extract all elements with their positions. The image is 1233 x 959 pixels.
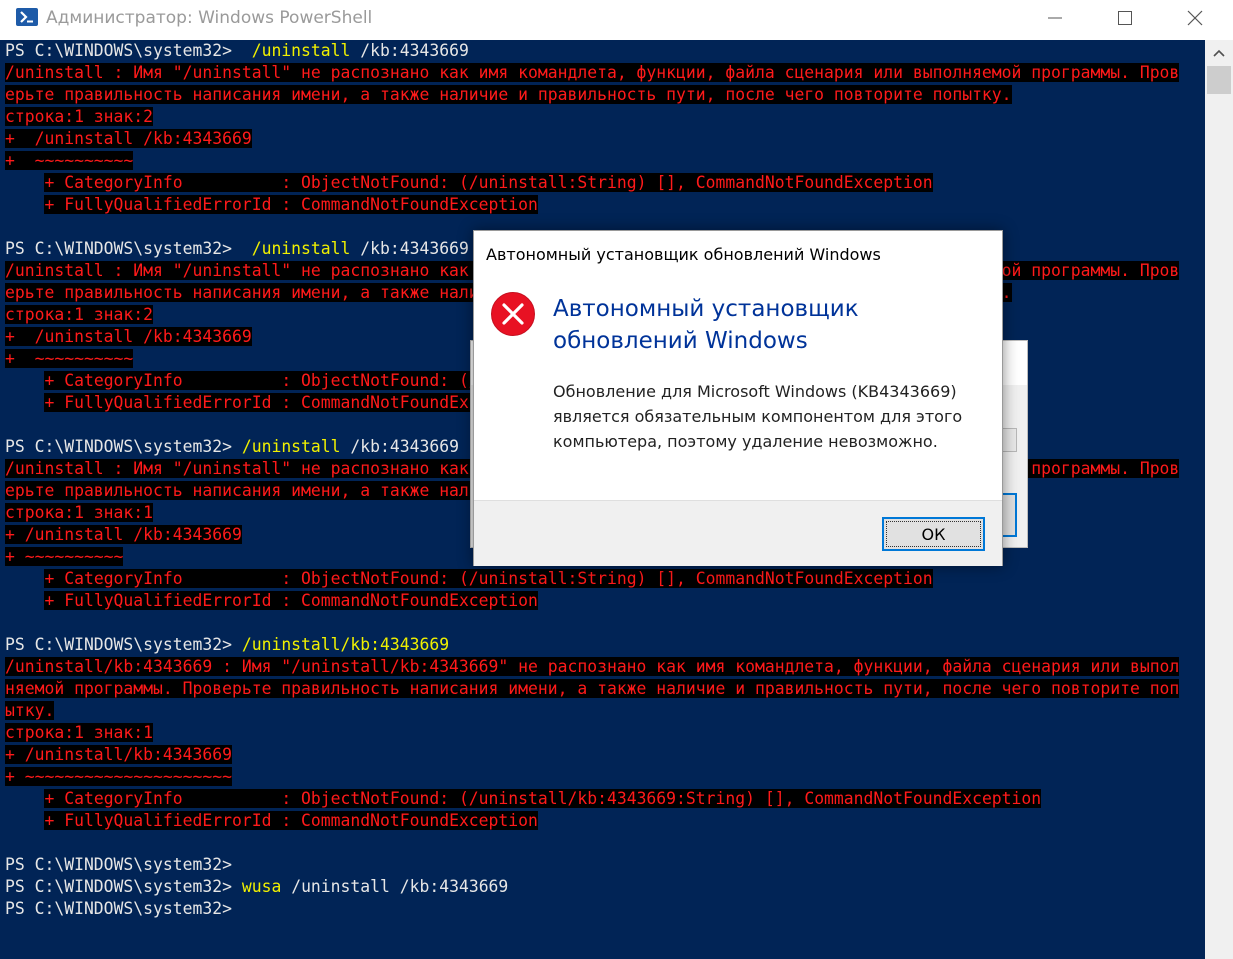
error-text: + CategoryInfo : ObjectNotFound: (/unins…: [44, 789, 1042, 808]
error-text: + FullyQualifiedErrorId : CommandNotFoun…: [44, 811, 538, 830]
console-line: строка:1 знак:2: [5, 106, 1179, 128]
dialog-caption: Автономный установщик обновлений Windows: [486, 245, 881, 264]
console-line: ытку.: [5, 700, 1179, 722]
prompt-text: [5, 591, 44, 610]
prompt-text: [5, 393, 44, 412]
prompt-text: PS C:\WINDOWS\system32>: [5, 855, 232, 874]
prompt-text: [5, 811, 44, 830]
error-text: ытку.: [5, 701, 55, 720]
console-line: PS C:\WINDOWS\system32> /uninstall /kb:4…: [5, 40, 1179, 62]
console-line: + CategoryInfo : ObjectNotFound: (/unins…: [5, 788, 1179, 810]
error-text: строка:1 знак:1: [5, 723, 154, 742]
error-text: + ~~~~~~~~~~: [5, 349, 134, 368]
powershell-icon: [16, 8, 38, 26]
prompt-text: [5, 789, 44, 808]
minimize-icon: [1048, 17, 1062, 19]
prompt-text: /kb:4343669: [350, 239, 469, 258]
console-line: + CategoryInfo : ObjectNotFound: (/unins…: [5, 568, 1179, 590]
ok-button[interactable]: ОК: [882, 517, 985, 551]
error-text: + FullyQualifiedErrorId : CommandNotFoun…: [44, 591, 538, 610]
prompt-text: PS C:\WINDOWS\system32>: [5, 635, 242, 654]
console-line: + /uninstall/kb:4343669: [5, 744, 1179, 766]
error-text: + ~~~~~~~~~~: [5, 547, 124, 566]
error-text: строка:1 знак:2: [5, 305, 154, 324]
prompt-text: [5, 569, 44, 588]
error-text: няемой программы. Проверьте правильность…: [5, 679, 1180, 698]
prompt-text: [5, 195, 44, 214]
console-line: PS C:\WINDOWS\system32> wusa /uninstall …: [5, 876, 1179, 898]
error-text: ерьте правильность написания имени, а та…: [5, 85, 1012, 104]
prompt-text: PS C:\WINDOWS\system32>: [5, 437, 242, 456]
close-icon: [1187, 10, 1203, 26]
console-line: /uninstall/kb:4343669 : Имя "/uninstall/…: [5, 656, 1180, 678]
command-text: /uninstall: [251, 239, 351, 258]
scroll-thumb[interactable]: [1207, 66, 1231, 94]
vertical-scrollbar[interactable]: [1205, 40, 1233, 959]
console-line: строка:1 знак:1: [5, 722, 1179, 744]
console-line: + FullyQualifiedErrorId : CommandNotFoun…: [5, 194, 1179, 216]
error-text: + CategoryInfo : ObjectNotFound: (/unins…: [44, 569, 933, 588]
command-text: /uninstall/kb:4343669: [241, 635, 450, 654]
error-text: + FullyQualifiedErrorId : CommandNotFoun…: [44, 393, 538, 412]
error-text: + /uninstall /kb:4343669: [5, 525, 242, 544]
error-text: + ~~~~~~~~~~~~~~~~~~~~~: [5, 767, 232, 786]
error-text: + ~~~~~~~~~~: [5, 151, 134, 170]
command-text: wusa: [241, 877, 282, 896]
error-text: + /uninstall/kb:4343669: [5, 745, 232, 764]
maximize-button[interactable]: [1090, 0, 1160, 36]
console-line: PS C:\WINDOWS\system32>: [5, 854, 1179, 876]
dialog-message: Обновление для Microsoft Windows (KB4343…: [553, 382, 963, 451]
command-text: /uninstall: [251, 41, 351, 60]
chevron-up-icon: [1213, 49, 1225, 57]
console-line: + FullyQualifiedErrorId : CommandNotFoun…: [5, 810, 1179, 832]
window-title: Администратор: Windows PowerShell: [46, 8, 373, 28]
update-installer-dialog: Автономный установщик обновлений Windows…: [473, 230, 1003, 566]
console-line: + /uninstall /kb:4343669: [5, 128, 1179, 150]
error-text: + FullyQualifiedErrorId : CommandNotFoun…: [44, 195, 538, 214]
prompt-text: PS C:\WINDOWS\system32>: [5, 899, 232, 918]
dialog-heading: Автономный установщик обновлений Windows: [553, 296, 859, 354]
prompt-text: PS C:\WINDOWS\system32>: [5, 239, 252, 258]
error-text: + /uninstall /kb:4343669: [5, 129, 252, 148]
error-text: /uninstall : Имя "/uninstall" не распозн…: [5, 63, 1180, 82]
console-line: + FullyQualifiedErrorId : CommandNotFoun…: [5, 590, 1179, 612]
prompt-text: [5, 371, 44, 390]
error-text: строка:1 знак:1: [5, 503, 154, 522]
console-line: няемой программы. Проверьте правильность…: [5, 678, 1180, 700]
error-text: + /uninstall /kb:4343669: [5, 327, 252, 346]
error-text: /uninstall/kb:4343669 : Имя "/uninstall/…: [5, 657, 1180, 676]
console-line: + ~~~~~~~~~~: [5, 150, 1179, 172]
close-button[interactable]: [1160, 0, 1230, 36]
title-bar: Администратор: Windows PowerShell: [0, 0, 1233, 41]
prompt-text: PS C:\WINDOWS\system32>: [5, 41, 252, 60]
console-line: + ~~~~~~~~~~~~~~~~~~~~~: [5, 766, 1179, 788]
console-line: + CategoryInfo : ObjectNotFound: (/unins…: [5, 172, 1179, 194]
prompt-text: /kb:4343669: [350, 41, 469, 60]
console-line: PS C:\WINDOWS\system32> /uninstall/kb:43…: [5, 634, 1179, 656]
maximize-icon: [1118, 11, 1132, 25]
console-line: ерьте правильность написания имени, а та…: [5, 84, 1179, 106]
prompt-text: /kb:4343669: [340, 437, 459, 456]
scroll-up-button[interactable]: [1205, 40, 1233, 66]
prompt-text: PS C:\WINDOWS\system32>: [5, 877, 242, 896]
console-line: /uninstall : Имя "/uninstall" не распозн…: [5, 62, 1180, 84]
error-text: строка:1 знак:2: [5, 107, 154, 126]
prompt-text: /uninstall /kb:4343669: [281, 877, 509, 896]
console-line: PS C:\WINDOWS\system32>: [5, 898, 1179, 920]
minimize-button[interactable]: [1020, 0, 1090, 36]
command-text: /uninstall: [241, 437, 341, 456]
dialog-footer: ОК: [474, 500, 1002, 566]
prompt-text: [5, 173, 44, 192]
error-text: + CategoryInfo : ObjectNotFound: (/unins…: [44, 173, 933, 192]
error-icon: [491, 292, 535, 336]
